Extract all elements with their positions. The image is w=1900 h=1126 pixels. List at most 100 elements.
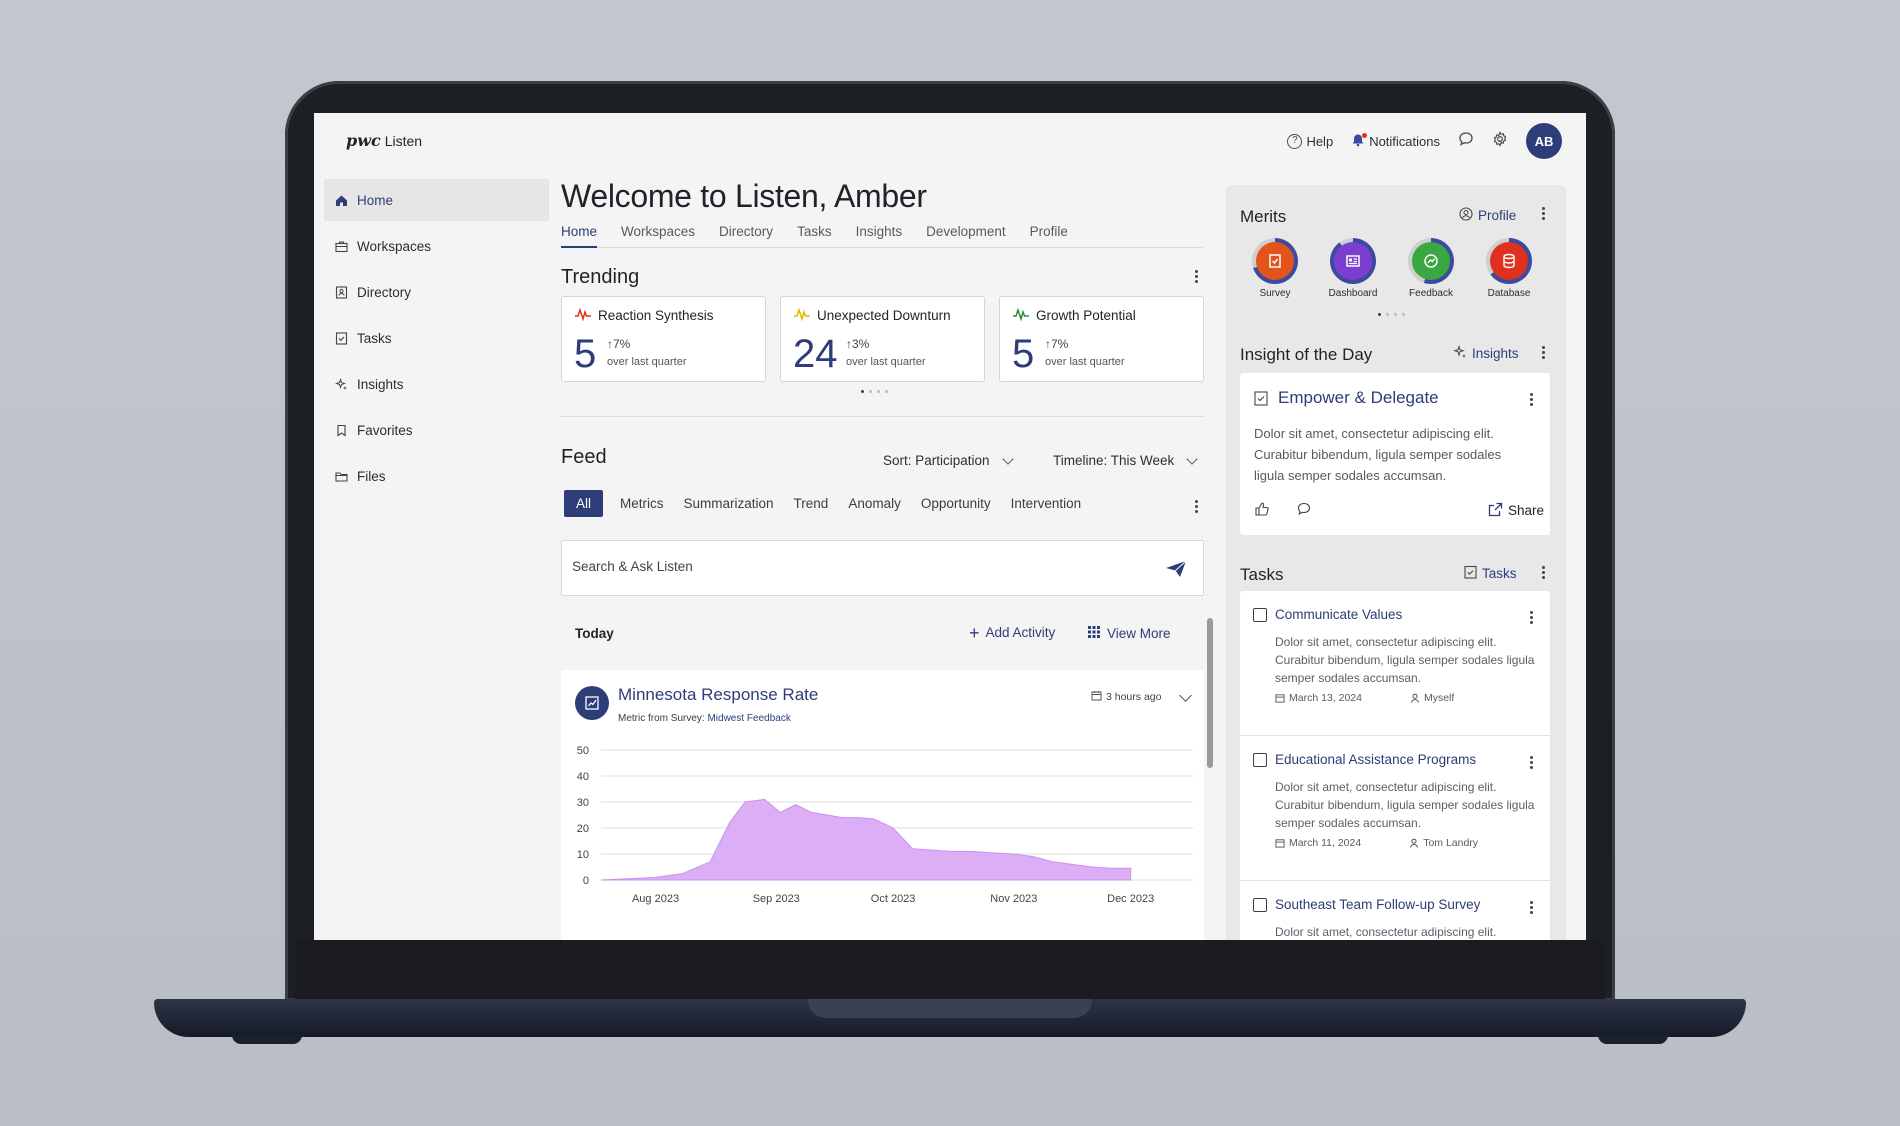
filter-trend[interactable]: Trend (791, 490, 832, 517)
filter-intervention[interactable]: Intervention (1008, 490, 1085, 517)
profile-link[interactable]: Profile (1459, 207, 1516, 224)
share-button[interactable]: Share (1488, 502, 1544, 520)
trend-card-value: 24 (793, 332, 838, 376)
task-more-icon[interactable] (1530, 899, 1534, 916)
trending-pagination[interactable] (861, 390, 888, 393)
view-more-label: View More (1107, 626, 1171, 641)
tab-profile[interactable]: Profile (1030, 220, 1068, 248)
merit-survey[interactable]: Survey (1250, 238, 1300, 299)
task-item[interactable]: Communicate Values Dolor sit amet, conse… (1240, 591, 1550, 736)
filter-all[interactable]: All (564, 490, 604, 517)
gear-icon[interactable] (1492, 130, 1508, 152)
filter-metrics[interactable]: Metrics (617, 490, 667, 517)
filter-summarization[interactable]: Summarization (681, 490, 777, 517)
notifications-link[interactable]: Notifications (1351, 132, 1440, 150)
trend-card-title: Growth Potential (1036, 308, 1136, 323)
task-list: Communicate Values Dolor sit amet, conse… (1240, 591, 1550, 940)
merit-database[interactable]: Database (1484, 238, 1534, 299)
task-title[interactable]: Communicate Values (1275, 607, 1402, 622)
task-checkbox[interactable] (1253, 608, 1267, 622)
task-body: Dolor sit amet, consectetur adipiscing e… (1275, 925, 1497, 939)
search-input[interactable] (572, 559, 1132, 574)
sidebar-item-directory[interactable]: Directory (324, 271, 549, 313)
trending-more-icon[interactable] (1195, 268, 1199, 285)
x-tick-label: Oct 2023 (871, 893, 916, 905)
merit-feedback[interactable]: Feedback (1406, 238, 1456, 299)
sidebar-item-insights[interactable]: Insights (324, 363, 549, 405)
task-title[interactable]: Educational Assistance Programs (1275, 752, 1476, 767)
tab-home[interactable]: Home (561, 220, 598, 248)
insights-link[interactable]: Insights (1453, 344, 1519, 362)
sparkle-icon (1453, 344, 1467, 362)
tasks-link-label: Tasks (1482, 566, 1517, 581)
checklist-icon (1254, 390, 1268, 411)
tab-development[interactable]: Development (926, 220, 1006, 248)
app-logo[interactable]: pwc Listen (346, 131, 422, 150)
task-item[interactable]: Educational Assistance Programs Dolor si… (1240, 736, 1550, 881)
insight-card-more-icon[interactable] (1530, 391, 1534, 408)
trend-card-growth-potential[interactable]: Growth Potential 5 ↑7% over last quarter (999, 296, 1204, 382)
view-more-button[interactable]: View More (1087, 625, 1171, 642)
tab-workspaces[interactable]: Workspaces (621, 220, 695, 248)
thumbs-up-icon[interactable] (1254, 501, 1270, 520)
trend-card-title: Reaction Synthesis (598, 308, 714, 323)
merits-title: Merits (1240, 207, 1287, 226)
sort-dropdown[interactable]: Sort: Participation (883, 452, 1014, 468)
merit-ring (1408, 238, 1454, 284)
insight-card-title[interactable]: Empower & Delegate (1278, 388, 1439, 408)
merit-label: Dashboard (1328, 288, 1378, 299)
calendar-icon (1091, 690, 1102, 704)
trend-card-title: Unexpected Downturn (817, 308, 951, 323)
tab-directory[interactable]: Directory (719, 220, 773, 248)
chevron-down-icon[interactable] (1179, 688, 1193, 702)
feed-scrollbar[interactable] (1207, 618, 1213, 768)
merit-dashboard[interactable]: Dashboard (1328, 238, 1378, 299)
help-link[interactable]: ? Help (1287, 133, 1333, 149)
notifications-label: Notifications (1369, 133, 1440, 149)
task-more-icon[interactable] (1530, 754, 1534, 771)
task-meta: March 13, 2024 Myself (1275, 692, 1454, 704)
feed-card-metric[interactable]: Minnesota Response Rate Metric from Surv… (561, 670, 1204, 940)
send-icon[interactable] (1165, 560, 1187, 583)
folder-icon (334, 469, 348, 483)
insight-more-icon[interactable] (1542, 344, 1546, 361)
sidebar-item-files[interactable]: Files (324, 455, 549, 497)
merit-label: Database (1487, 288, 1531, 299)
task-body: Dolor sit amet, consectetur adipiscing e… (1275, 635, 1535, 685)
comment-icon[interactable] (1296, 501, 1312, 520)
logo-text: Listen (384, 133, 423, 149)
tab-tasks[interactable]: Tasks (797, 220, 832, 248)
add-activity-button[interactable]: + Add Activity (969, 624, 1055, 642)
merits-more-icon[interactable] (1542, 205, 1546, 222)
briefcase-icon (334, 239, 348, 253)
timeline-dropdown[interactable]: Timeline: This Week (1053, 452, 1198, 468)
merits-pagination[interactable] (1378, 313, 1405, 316)
tab-insights[interactable]: Insights (856, 220, 903, 248)
sidebar: Home Workspaces Directory Tasks Insights… (324, 179, 549, 501)
sidebar-item-home[interactable]: Home (324, 179, 549, 221)
sidebar-item-favorites[interactable]: Favorites (324, 409, 549, 451)
trend-card-unexpected-downturn[interactable]: Unexpected Downturn 24 ↑3% over last qua… (780, 296, 985, 382)
metric-title[interactable]: Minnesota Response Rate (618, 685, 818, 705)
task-item[interactable]: Southeast Team Follow-up Survey Dolor si… (1240, 881, 1550, 940)
task-more-icon[interactable] (1530, 609, 1534, 626)
trend-card-reaction-synthesis[interactable]: Reaction Synthesis 5 ↑7% over last quart… (561, 296, 766, 382)
share-icon (1488, 502, 1503, 520)
insight-card[interactable]: Empower & Delegate Dolor sit amet, conse… (1240, 373, 1550, 535)
merit-ring (1486, 238, 1532, 284)
filter-anomaly[interactable]: Anomaly (845, 490, 904, 517)
feed-more-icon[interactable] (1195, 498, 1199, 515)
user-avatar[interactable]: AB (1526, 123, 1562, 159)
task-checkbox[interactable] (1253, 898, 1267, 912)
tasks-link[interactable]: Tasks (1464, 565, 1517, 582)
sidebar-item-tasks[interactable]: Tasks (324, 317, 549, 359)
sidebar-item-label: Files (357, 468, 386, 484)
metric-source-link[interactable]: Midwest Feedback (707, 713, 790, 724)
filter-opportunity[interactable]: Opportunity (918, 490, 994, 517)
tasks-more-icon[interactable] (1542, 564, 1546, 581)
chat-icon[interactable] (1458, 131, 1474, 152)
task-title[interactable]: Southeast Team Follow-up Survey (1275, 897, 1480, 912)
sidebar-item-workspaces[interactable]: Workspaces (324, 225, 549, 267)
metric-source-prefix: Metric from Survey: (618, 713, 705, 724)
task-checkbox[interactable] (1253, 753, 1267, 767)
